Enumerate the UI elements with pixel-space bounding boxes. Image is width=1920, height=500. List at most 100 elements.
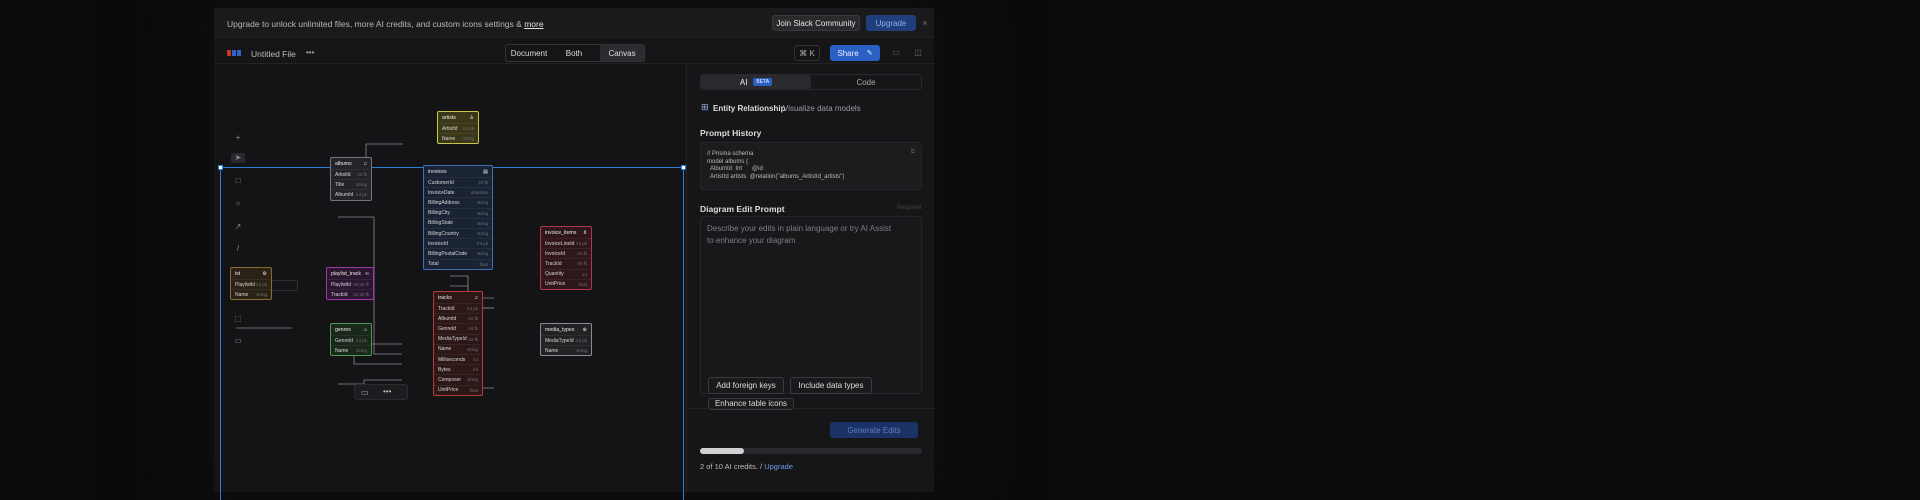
add-foreign-keys-chip[interactable]: Add foreign keys (708, 377, 784, 394)
column-type: int pk (477, 241, 488, 247)
close-icon[interactable]: × (920, 16, 930, 30)
view-both[interactable]: Both (552, 45, 596, 61)
column-type: int (582, 271, 587, 277)
table-header: ist ⚙ (231, 268, 271, 279)
prompt-history-box[interactable]: // Prisma schema model albums { AlbumId I… (700, 142, 922, 190)
link-icon: ∞ (365, 270, 369, 277)
comment-icon[interactable]: ▭ (361, 388, 369, 397)
table-genres[interactable]: genres ⌂ GenreId int pk Name string (330, 323, 372, 357)
table-name: genres (335, 326, 351, 333)
table-header: playlist_track ∞ (327, 268, 373, 279)
credits-count: 2 of 10 AI credits. / (700, 462, 763, 471)
table-row: TrackId int fk (541, 258, 591, 268)
column-name: Name (442, 135, 456, 142)
column-name: Milliseconds (438, 356, 466, 363)
share-button[interactable]: Share ✎ (830, 45, 880, 61)
table-row: Name string (434, 343, 482, 354)
table-playlist-track[interactable]: playlist_track ∞ PlaylistId int pk fk TrackI… (326, 267, 374, 301)
column-name: Name (438, 346, 452, 353)
table-name: media_types (545, 326, 575, 333)
column-type: int pk (356, 338, 367, 344)
table-header: genres ⌂ (331, 324, 371, 335)
tab-ai[interactable]: AI BETA (701, 75, 811, 89)
column-name: BillingCountry (428, 230, 459, 237)
table-row: InvoiceDate datetime (424, 187, 492, 197)
table-row: AlbumId int fk (434, 313, 482, 323)
table-row: BillingCity string (424, 207, 492, 218)
plus-circle-icon: ⊕ (582, 326, 587, 333)
share-label: Share (837, 48, 859, 58)
more-icon[interactable]: ••• (383, 387, 391, 396)
table-row: Bytes int (434, 364, 482, 374)
table-header: tracks ♫ (434, 292, 482, 303)
copy-icon[interactable]: ⧉ (911, 149, 915, 156)
toolbar: Untitled File ••• Document Both Canvas ⌘… (214, 38, 934, 64)
column-type: int pk (576, 338, 587, 344)
page: Upgrade to unlock unlimited files, more … (0, 0, 1920, 500)
table-invoices[interactable]: invoices ▤ CustomerId int fk InvoiceDate date… (423, 165, 493, 270)
column-name: AlbumId (335, 191, 354, 198)
column-type: string (476, 210, 488, 216)
column-type: string (462, 136, 474, 142)
view-document[interactable]: Document (507, 45, 551, 61)
table-header: invoices ▤ (424, 166, 492, 177)
column-name: InvoiceId (428, 240, 449, 247)
include-data-types-chip[interactable]: Include data types (790, 377, 872, 394)
table-row: UnitPrice float (541, 278, 591, 289)
column-type: float (479, 261, 488, 267)
table-row: Title string (331, 179, 371, 189)
file-menu-icon[interactable]: ••• (306, 48, 314, 57)
column-name: ArtistId (442, 125, 458, 132)
column-type: datetime (470, 190, 488, 196)
beta-badge: BETA (753, 78, 773, 86)
table-row: Name string (231, 289, 271, 299)
column-name: PlaylistId (235, 281, 256, 288)
tab-ai-label: AI (739, 77, 748, 87)
credits-upgrade-link[interactable]: Upgrade (764, 462, 793, 471)
canvas-mini-toolbar: ▭ ••• (354, 384, 408, 400)
column-type: string (466, 346, 478, 352)
table-artists[interactable]: artists ♙ ArtistId int pk Name string (437, 111, 479, 145)
table-row: ArtistId int fk (331, 169, 371, 179)
command-shortcut[interactable]: ⌘ K (794, 45, 820, 61)
edit-prompt-input[interactable]: Describe your edits in plain language or… (700, 216, 922, 394)
column-name: ArtistId (335, 171, 351, 178)
table-row: InvoiceId int fk (541, 248, 591, 258)
table-row: BillingAddress string (424, 197, 492, 207)
table-row: CustomerId int fk (424, 177, 492, 187)
panel-toggle-icon[interactable]: ◫ (912, 46, 924, 58)
table-header: invoice_items ⊻ (541, 227, 591, 238)
table-row: GenreId int fk (434, 323, 482, 333)
gear-icon: ⚙ (262, 270, 267, 277)
column-name: GenreId (438, 325, 457, 332)
edit-prompt-title: Diagram Edit Prompt (700, 204, 785, 214)
join-slack-button[interactable]: Join Slack Community (772, 15, 860, 31)
column-name: MediaTypeId (545, 337, 574, 344)
table-media-types[interactable]: media_types ⊕ MediaTypeId int pk Name string (540, 323, 592, 357)
table-albums[interactable]: albums ♫ ArtistId int fk Title string AlbumId i… (330, 157, 372, 201)
table-invoice-items[interactable]: invoice_items ⊻ InvoiceLineId int pk Invoice… (540, 226, 592, 290)
table-name: tracks (438, 294, 452, 301)
tab-code[interactable]: Code (811, 75, 921, 89)
table-row: Composer string (434, 374, 482, 384)
view-canvas[interactable]: Canvas (600, 45, 644, 61)
file-name[interactable]: Untitled File (251, 49, 296, 59)
table-header: media_types ⊕ (541, 324, 591, 335)
edit-prompt-placeholder: Describe your edits in plain language or… (707, 224, 892, 245)
credits-text: 2 of 10 AI credits. / Upgrade (700, 462, 793, 471)
table-tracks[interactable]: tracks ♫ TrackId int pk AlbumId int fk GenreId… (433, 291, 483, 396)
upgrade-button[interactable]: Upgrade (866, 15, 916, 31)
column-name: Composer (438, 376, 462, 383)
column-name: BillingAddress (428, 199, 460, 206)
table-row: TrackId int pk fk (327, 289, 373, 299)
generate-edits-button[interactable]: Generate Edits (830, 422, 918, 438)
banner-more-link[interactable]: more (524, 19, 543, 29)
diagram-canvas[interactable]: + ➤ □ ○ ↗ / ✎ T ⬚ ▭ Untitled ERD (214, 64, 686, 500)
comment-icon[interactable]: ▭ (890, 46, 902, 58)
column-type: float (578, 281, 587, 287)
column-type: string (476, 220, 488, 226)
column-type: string (476, 200, 488, 206)
table-row: BillingCountry string (424, 227, 492, 238)
table-ist[interactable]: ist ⚙ PlaylistId int pk Name string (230, 267, 272, 301)
column-type: string (575, 348, 587, 354)
